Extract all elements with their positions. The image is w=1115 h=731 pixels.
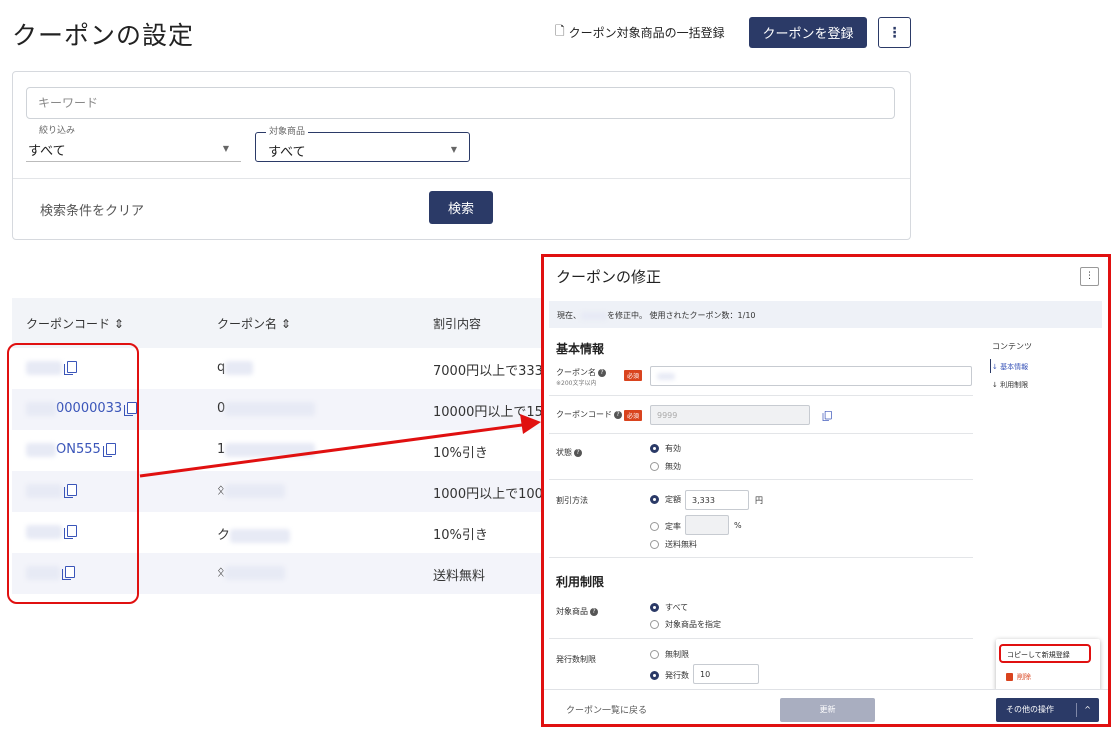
toc-title: コンテンツ xyxy=(992,342,1032,351)
coupon-code-label: クーポンコード? xyxy=(556,409,622,420)
target-products-label: 対象商品? xyxy=(556,606,598,617)
chevron-up-icon: ^ xyxy=(1084,705,1091,714)
more-options-icon[interactable]: ⋮ xyxy=(1080,267,1099,286)
required-badge: 必須 xyxy=(624,410,643,421)
coupon-name-input[interactable] xyxy=(650,366,972,386)
toc-indicator xyxy=(990,359,991,373)
yen-unit: 円 xyxy=(755,496,763,505)
discount-fixed-radio[interactable]: 定額 xyxy=(650,494,681,505)
issue-unlimited-radio[interactable]: 無制限 xyxy=(650,649,689,660)
usage-limit-heading: 利用制限 xyxy=(556,575,605,589)
divider xyxy=(549,557,973,558)
divider xyxy=(549,638,973,639)
target-all-radio[interactable]: すべて xyxy=(650,602,688,613)
other-actions-menu: コピーして新規登録 削除 xyxy=(996,639,1100,691)
banner-prefix: 現在、 xyxy=(557,311,581,320)
free-shipping-radio[interactable]: 送料無料 xyxy=(650,539,697,550)
issue-limit-label: 発行数制限 xyxy=(556,655,596,664)
trash-icon xyxy=(1006,673,1013,681)
status-active-radio[interactable]: 有効 xyxy=(650,443,681,454)
copy-icon[interactable] xyxy=(822,410,832,421)
edit-coupon-modal: クーポンの修正 ⋮ 現在、 を修正中。 使用されたクーポン数：1/10 基本情報 … xyxy=(541,254,1111,727)
required-badge: 必須 xyxy=(624,370,643,381)
issue-count-input[interactable]: 10 xyxy=(693,664,759,684)
toc-item-usage[interactable]: ↓ 利用制限 xyxy=(992,380,1028,390)
modal-title: クーポンの修正 xyxy=(556,268,662,286)
banner-text: を修正中。 使用されたクーポン数：1/10 xyxy=(607,311,756,320)
discount-method-label: 割引方法 xyxy=(556,496,588,505)
help-icon: ? xyxy=(614,410,622,419)
toc-item-basic[interactable]: ↓ 基本情報 xyxy=(992,362,1028,372)
coupon-name-label: クーポン名? xyxy=(556,367,606,378)
status-label: 状態? xyxy=(556,447,582,458)
delete-menu-item[interactable]: 削除 xyxy=(1006,672,1031,682)
other-actions-button[interactable]: その他の操作 ^ xyxy=(996,698,1099,722)
issue-count-radio[interactable]: 発行数 xyxy=(650,670,689,681)
help-icon: ? xyxy=(574,448,582,457)
help-icon: ? xyxy=(598,368,606,377)
discount-rate-radio[interactable]: 定率 xyxy=(650,521,681,532)
copy-new-menu-item[interactable]: コピーして新規登録 xyxy=(999,644,1091,663)
update-button[interactable]: 更新 xyxy=(780,698,875,722)
fixed-amount-input[interactable]: 3,333 xyxy=(685,490,749,510)
divider xyxy=(549,479,973,480)
back-to-list-link[interactable]: クーポン一覧に戻る xyxy=(566,703,647,716)
basic-info-heading: 基本情報 xyxy=(556,342,605,356)
divider xyxy=(549,433,973,434)
percent-unit: % xyxy=(734,521,742,530)
help-icon: ? xyxy=(590,607,598,616)
status-inactive-radio[interactable]: 無効 xyxy=(650,461,681,472)
target-specify-radio[interactable]: 対象商品を指定 xyxy=(650,619,721,630)
divider xyxy=(549,395,973,396)
rate-input[interactable] xyxy=(685,515,729,535)
modal-footer: クーポン一覧に戻る 更新 その他の操作 ^ xyxy=(544,689,1108,724)
editing-banner: 現在、 を修正中。 使用されたクーポン数：1/10 xyxy=(549,301,1102,328)
coupon-code-input: 9999 xyxy=(650,405,810,425)
coupon-name-note: ※200文字以内 xyxy=(556,380,597,387)
